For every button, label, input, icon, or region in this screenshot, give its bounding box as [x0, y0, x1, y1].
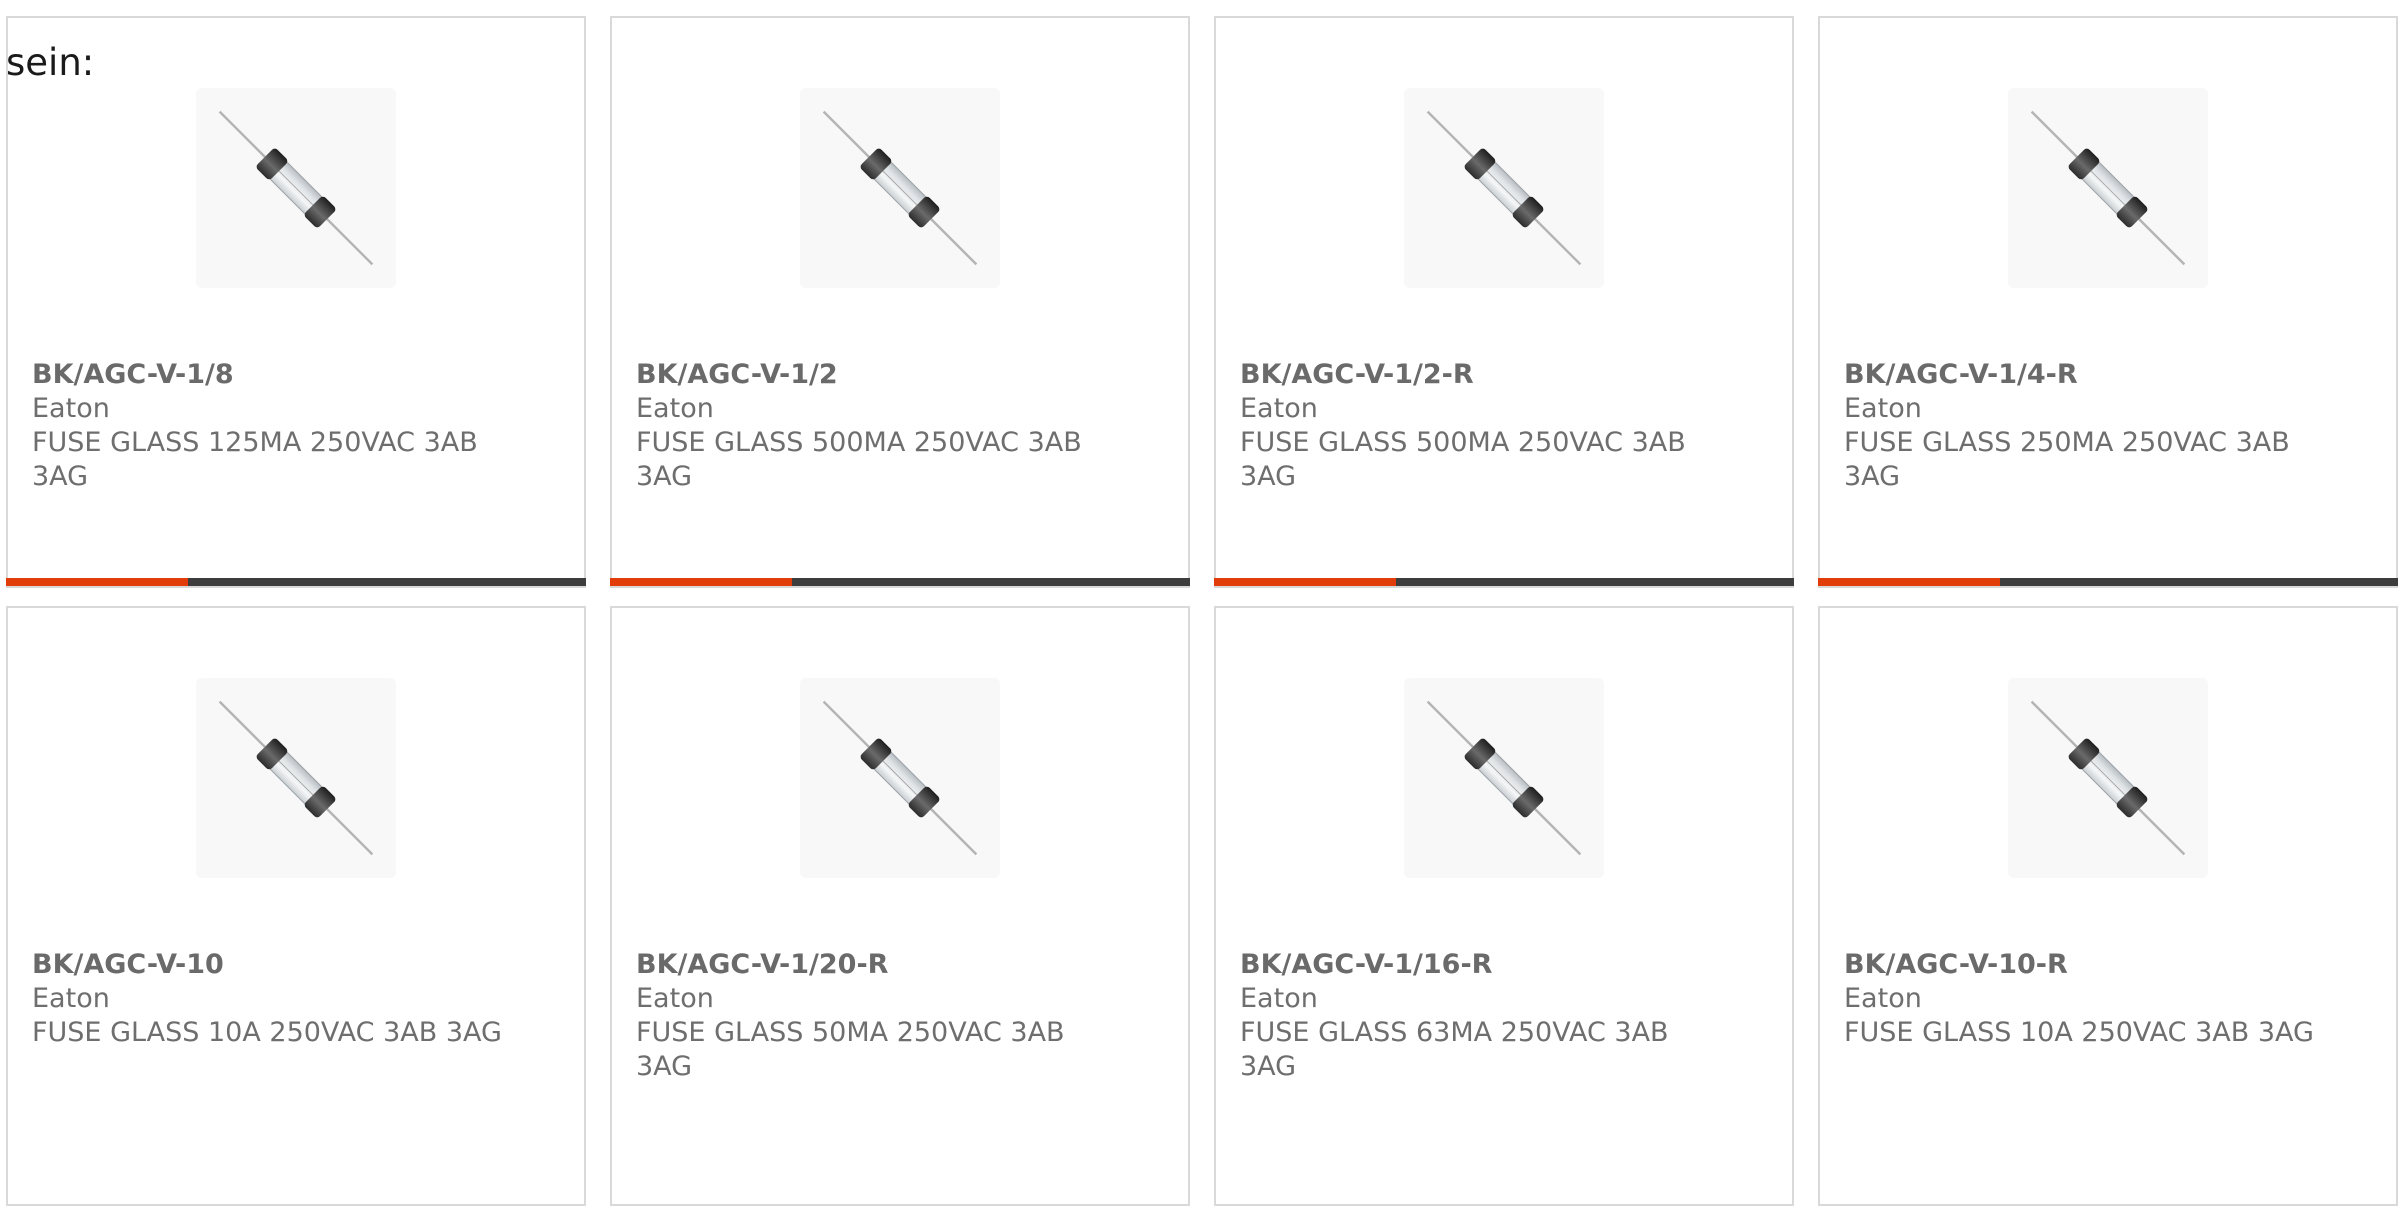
- product-part-number[interactable]: BK/AGC-V-1/4-R: [1844, 358, 2314, 392]
- product-description: FUSE GLASS 50MA 250VAC 3AB 3AG: [636, 1017, 1065, 1082]
- product-part-number[interactable]: BK/AGC-V-10: [32, 948, 502, 982]
- card-bottom-bar: [1818, 578, 2398, 586]
- glass-fuse-icon[interactable]: [2008, 88, 2208, 288]
- product-manufacturer: Eaton: [1240, 983, 1318, 1014]
- card-accent-bar: [6, 578, 188, 586]
- glass-fuse-icon[interactable]: [1404, 678, 1604, 878]
- product-part-number[interactable]: BK/AGC-V-10-R: [1844, 948, 2314, 982]
- product-card[interactable]: BK/AGC-V-1/20-R Eaton FUSE GLASS 50MA 25…: [610, 606, 1190, 1206]
- product-manufacturer: Eaton: [1844, 983, 1922, 1014]
- product-part-number[interactable]: BK/AGC-V-1/16-R: [1240, 948, 1710, 982]
- intro-text: sein:: [6, 41, 95, 84]
- product-part-number[interactable]: BK/AGC-V-1/20-R: [636, 948, 1106, 982]
- card-accent-bar: [610, 578, 792, 586]
- glass-fuse-icon[interactable]: [1404, 88, 1604, 288]
- product-manufacturer: Eaton: [636, 983, 714, 1014]
- product-info: BK/AGC-V-1/2-R Eaton FUSE GLASS 500MA 25…: [1240, 358, 1710, 494]
- product-card[interactable]: BK/AGC-V-10-R Eaton FUSE GLASS 10A 250VA…: [1818, 606, 2398, 1206]
- product-description: FUSE GLASS 125MA 250VAC 3AB 3AG: [32, 427, 478, 492]
- card-bottom-bar: [1214, 578, 1794, 586]
- product-manufacturer: Eaton: [32, 983, 110, 1014]
- product-card[interactable]: BK/AGC-V-10 Eaton FUSE GLASS 10A 250VAC …: [6, 606, 586, 1206]
- product-info: BK/AGC-V-1/20-R Eaton FUSE GLASS 50MA 25…: [636, 948, 1106, 1084]
- card-bottom-bar: [610, 578, 1190, 586]
- glass-fuse-icon[interactable]: [800, 678, 1000, 878]
- product-description: FUSE GLASS 500MA 250VAC 3AB 3AG: [1240, 427, 1686, 492]
- product-part-number[interactable]: BK/AGC-V-1/2-R: [1240, 358, 1710, 392]
- product-card[interactable]: BK/AGC-V-1/2-R Eaton FUSE GLASS 500MA 25…: [1214, 16, 1794, 588]
- product-card[interactable]: BK/AGC-V-1/8 Eaton FUSE GLASS 125MA 250V…: [6, 16, 586, 588]
- product-manufacturer: Eaton: [1240, 393, 1318, 424]
- card-accent-bar: [1214, 578, 1396, 586]
- product-info: BK/AGC-V-1/4-R Eaton FUSE GLASS 250MA 25…: [1844, 358, 2314, 494]
- product-info: BK/AGC-V-1/8 Eaton FUSE GLASS 125MA 250V…: [32, 358, 502, 494]
- product-manufacturer: Eaton: [1844, 393, 1922, 424]
- product-description: FUSE GLASS 500MA 250VAC 3AB 3AG: [636, 427, 1082, 492]
- glass-fuse-icon[interactable]: [196, 88, 396, 288]
- product-part-number[interactable]: BK/AGC-V-1/2: [636, 358, 1106, 392]
- product-manufacturer: Eaton: [32, 393, 110, 424]
- glass-fuse-icon[interactable]: [800, 88, 1000, 288]
- glass-fuse-icon[interactable]: [196, 678, 396, 878]
- product-manufacturer: Eaton: [636, 393, 714, 424]
- product-card[interactable]: BK/AGC-V-1/2 Eaton FUSE GLASS 500MA 250V…: [610, 16, 1190, 588]
- product-card[interactable]: BK/AGC-V-1/4-R Eaton FUSE GLASS 250MA 25…: [1818, 16, 2398, 588]
- product-description: FUSE GLASS 10A 250VAC 3AB 3AG: [1844, 1017, 2314, 1048]
- product-info: BK/AGC-V-1/2 Eaton FUSE GLASS 500MA 250V…: [636, 358, 1106, 494]
- product-description: FUSE GLASS 10A 250VAC 3AB 3AG: [32, 1017, 502, 1048]
- product-card[interactable]: BK/AGC-V-1/16-R Eaton FUSE GLASS 63MA 25…: [1214, 606, 1794, 1206]
- card-bottom-bar: [6, 578, 586, 586]
- product-info: BK/AGC-V-10-R Eaton FUSE GLASS 10A 250VA…: [1844, 948, 2314, 1050]
- product-info: BK/AGC-V-10 Eaton FUSE GLASS 10A 250VAC …: [32, 948, 502, 1050]
- product-info: BK/AGC-V-1/16-R Eaton FUSE GLASS 63MA 25…: [1240, 948, 1710, 1084]
- product-description: FUSE GLASS 250MA 250VAC 3AB 3AG: [1844, 427, 2290, 492]
- card-accent-bar: [1818, 578, 2000, 586]
- product-grid: BK/AGC-V-1/8 Eaton FUSE GLASS 125MA 250V…: [0, 0, 2400, 1206]
- product-part-number[interactable]: BK/AGC-V-1/8: [32, 358, 502, 392]
- product-description: FUSE GLASS 63MA 250VAC 3AB 3AG: [1240, 1017, 1669, 1082]
- glass-fuse-icon[interactable]: [2008, 678, 2208, 878]
